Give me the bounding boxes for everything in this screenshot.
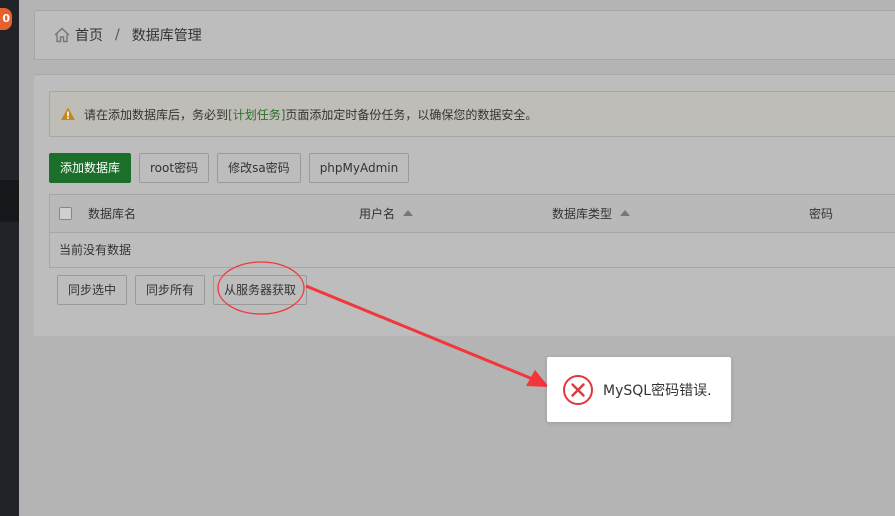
fetch-from-server-button[interactable]: 从服务器获取 — [213, 275, 308, 305]
column-header-database-type[interactable]: 数据库类型 — [552, 195, 631, 233]
change-sa-password-button[interactable]: 修改sa密码 — [217, 153, 301, 183]
backup-alert: 请在添加数据库后，务必到 [计划任务] 页面添加定时备份任务，以确保您的数据安全… — [49, 91, 895, 137]
root-password-button[interactable]: root密码 — [139, 153, 210, 183]
column-header-username[interactable]: 用户名 — [359, 195, 414, 233]
table-header: 数据库名 用户名 数据库类型 密码 — [50, 195, 895, 233]
cron-task-link[interactable]: [计划任务] — [228, 106, 285, 123]
sidebar-item-active[interactable] — [0, 180, 19, 222]
column-header-database-name[interactable]: 数据库名 — [88, 195, 136, 233]
breadcrumb: 首页 / 数据库管理 — [34, 10, 895, 60]
column-header-username-label: 用户名 — [359, 207, 396, 221]
main-content: 首页 / 数据库管理 请在添加数据库后，务必到 [计划任务] 页面添加定时备份任… — [19, 0, 895, 516]
breadcrumb-home-link[interactable]: 首页 — [75, 25, 103, 45]
add-database-button[interactable]: 添加数据库 — [49, 153, 132, 183]
sync-all-button[interactable]: 同步所有 — [135, 275, 206, 305]
database-panel: 请在添加数据库后，务必到 [计划任务] 页面添加定时备份任务，以确保您的数据安全… — [34, 74, 895, 336]
column-header-password: 密码 — [809, 207, 834, 221]
select-all-checkbox[interactable] — [59, 207, 72, 220]
sidebar: 0 — [0, 0, 19, 516]
phpmyadmin-button[interactable]: phpMyAdmin — [308, 153, 410, 183]
toolbar: 添加数据库 root密码 修改sa密码 phpMyAdmin — [49, 153, 410, 183]
footer-buttons: 同步选中 同步所有 从服务器获取 — [57, 275, 308, 305]
empty-row: 当前没有数据 — [50, 233, 895, 267]
sort-asc-icon[interactable] — [620, 210, 631, 216]
database-table: 数据库名 用户名 数据库类型 密码 当前没有数据 — [49, 194, 895, 268]
toast-message: MySQL密码错误. — [603, 382, 712, 399]
error-circle-x-icon — [563, 374, 593, 405]
sync-selected-button[interactable]: 同步选中 — [57, 275, 128, 305]
notification-badge[interactable]: 0 — [0, 8, 12, 30]
error-toast: MySQL密码错误. — [547, 357, 731, 422]
column-header-database-type-label: 数据库类型 — [552, 207, 613, 221]
alert-text-before: 请在添加数据库后，务必到 — [84, 107, 229, 122]
breadcrumb-current: 数据库管理 — [131, 28, 202, 44]
table-body: 当前没有数据 — [50, 233, 895, 267]
sort-asc-icon[interactable] — [403, 210, 414, 216]
home-icon[interactable] — [53, 26, 71, 44]
alert-text-after: 页面添加定时备份任务，以确保您的数据安全。 — [285, 107, 538, 122]
breadcrumb-separator: / — [115, 27, 120, 43]
warning-icon — [61, 107, 75, 120]
